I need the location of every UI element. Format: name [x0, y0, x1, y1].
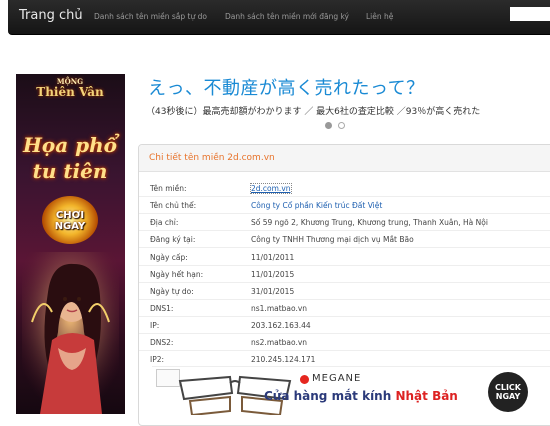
ad-title-line2: tu tiên [32, 159, 108, 183]
ad-headline: えっ、不動産が高く売れたって？ [148, 78, 425, 99]
play-now-button[interactable]: CHƠI NGAY [34, 210, 106, 232]
ad-text-highlight: Nhật Bản [395, 389, 458, 403]
detail-row-ip2: IP2: 210.245.124.171 [139, 351, 550, 367]
click-now-button[interactable]: CLICK NGAY [488, 372, 528, 412]
row-label: Đăng ký tại: [150, 235, 196, 244]
row-label: DNS1: [150, 304, 174, 313]
carousel-dot-1[interactable] [325, 122, 332, 129]
row-label: Ngày tự do: [150, 287, 194, 296]
detail-row-address: Địa chỉ: Số 59 ngõ 2, Khương Trung, Khươ… [139, 214, 550, 230]
row-value: 11/01/2015 [251, 270, 295, 279]
nav-link-contact[interactable]: Liên hệ [366, 12, 393, 21]
carousel-dot-2[interactable] [338, 122, 345, 129]
ad-game-logo: MỘNG Thiên Vân [26, 78, 114, 126]
nav-link-expiring-domains[interactable]: Danh sách tên miền sắp tự do [94, 12, 207, 21]
row-label: IP2: [150, 355, 165, 364]
panel-header: Chi tiết tên miền 2d.com.vn [139, 145, 550, 172]
top-navbar: Trang chủ Danh sách tên miền sắp tự do D… [8, 0, 550, 35]
ad-subline: （43秒後に）最高売却額がわかります ／ 最大6社の査定比較 ／93％が高く売れ… [146, 107, 481, 117]
home-link[interactable]: Trang chủ [19, 8, 83, 23]
ad-title: Họa phổ tu tiên [18, 132, 122, 184]
row-value: 210.245.124.171 [251, 355, 316, 364]
row-label: Ngày hết hạn: [150, 270, 204, 279]
row-label: Ngày cấp: [150, 253, 188, 262]
row-label: IP: [150, 321, 160, 330]
detail-row-registrar: Đăng ký tại: Công ty TNHH Thương mại dịc… [139, 231, 550, 247]
domain-link[interactable]: 2d.com.vn [250, 183, 292, 194]
ad-brand-name: MEGANE [312, 373, 362, 384]
click-now-line1: CLICK [494, 383, 521, 392]
detail-row-domain: Tên miền: 2d.com.vn [139, 180, 550, 196]
play-now-line2: NGAY [54, 221, 86, 232]
ad-character-illustration [22, 252, 119, 414]
row-value: Công ty TNHH Thương mại dịch vụ Mắt Bão [251, 235, 414, 244]
detail-row-expiry-date: Ngày hết hạn: 11/01/2015 [139, 266, 550, 282]
row-value: 203.162.163.44 [251, 321, 311, 330]
megane-logo-icon [300, 375, 309, 384]
row-label: Tên miền: [150, 184, 187, 193]
detail-row-dns2: DNS2: ns2.matbao.vn [139, 334, 550, 350]
ad-text: Cửa hàng mắt kính Nhật Bản [264, 389, 458, 403]
row-label: Địa chỉ: [150, 218, 179, 227]
row-value: 11/01/2011 [251, 253, 295, 262]
row-value: Số 59 ngõ 2, Khương Trung, Khương trung,… [251, 218, 488, 227]
row-value: ns1.matbao.vn [251, 304, 308, 313]
detail-row-owner: Tên chủ thể: Công ty Cổ phần Kiến trúc Đ… [139, 197, 550, 213]
click-now-line2: NGAY [495, 392, 521, 401]
left-game-ad[interactable]: MỘNG Thiên Vân Họa phổ tu tiên CHƠI NGAY [16, 74, 125, 414]
search-input[interactable] [510, 7, 550, 21]
ad-title-line1: Họa phổ [22, 133, 118, 157]
row-label: DNS2: [150, 338, 174, 347]
row-label: Tên chủ thể: [150, 201, 197, 210]
ad-logo-line2: Thiên Vân [36, 85, 104, 99]
ad-text-prefix: Cửa hàng mắt kính [264, 389, 392, 403]
bottom-glasses-ad[interactable]: MEGANE Cửa hàng mắt kính Nhật Bản CLICK … [152, 366, 550, 416]
row-value: 31/01/2015 [251, 287, 295, 296]
detail-row-ip: IP: 203.162.163.44 [139, 317, 550, 333]
owner-link[interactable]: Công ty Cổ phần Kiến trúc Đất Việt [251, 201, 382, 210]
detail-row-issue-date: Ngày cấp: 11/01/2011 [139, 249, 550, 265]
row-value: ns2.matbao.vn [251, 338, 308, 347]
nav-link-new-domains[interactable]: Danh sách tên miền mới đăng ký [225, 12, 349, 21]
row-divider [139, 247, 550, 248]
detail-row-dns1: DNS1: ns1.matbao.vn [139, 300, 550, 316]
play-now-line1: CHƠI [55, 210, 85, 221]
detail-row-free-date: Ngày tự do: 31/01/2015 [139, 283, 550, 299]
top-banner-ad[interactable]: えっ、不動産が高く売れたって？ （43秒後に）最高売却額がわかります ／ 最大6… [142, 74, 550, 134]
panel-title: Chi tiết tên miền 2d.com.vn [149, 153, 275, 163]
